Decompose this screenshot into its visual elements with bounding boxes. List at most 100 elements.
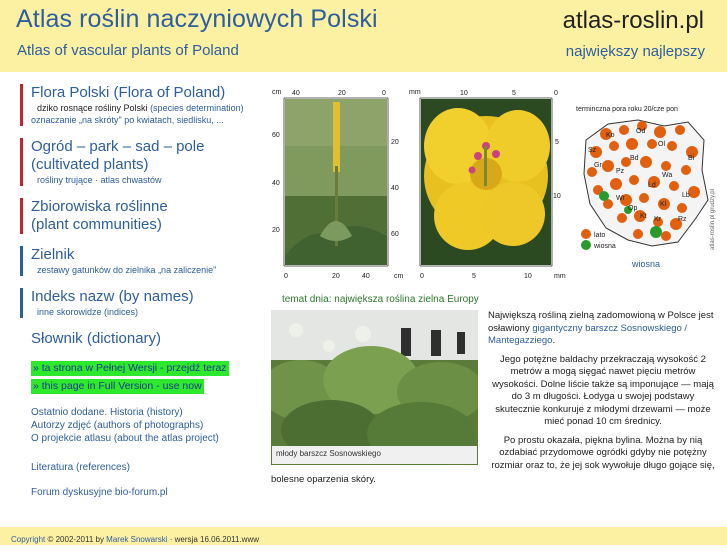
site-title[interactable]: Atlas roślin naczyniowych Polski — [16, 5, 378, 34]
ruler-left-side-60: 60 — [272, 132, 280, 139]
photo-caption: młody barszcz Sosnowskiego — [272, 446, 477, 464]
nav-communities: Zbiorowiska roślinne (plant communities) — [20, 198, 260, 234]
ruler-left-right-60: 60 — [391, 231, 399, 238]
ruler-left-bottom-20: 20 — [332, 273, 340, 280]
flora-en-label: (Flora of Poland) — [113, 84, 226, 101]
garden-en-label: (cultivated plants) — [31, 156, 149, 173]
flower-photo-ruler[interactable]: mm 10 5 0 5 10 0 5 10 mm — [408, 86, 566, 284]
region-op: Op — [628, 205, 637, 212]
full-version-en-link[interactable]: » this page in Full Version - use now — [31, 379, 204, 394]
ruler-right-side-5: 5 — [555, 139, 559, 146]
ruler-left-right-20: 20 — [391, 139, 399, 146]
region-ol: Ol — [658, 141, 665, 148]
sidebar-nav: Flora Polski (Flora of Poland) dziko ros… — [20, 84, 260, 511]
info-links: Ostatnio dodane. Historia (history) Auto… — [20, 406, 260, 445]
herbarium-link[interactable]: Zielnik — [31, 246, 74, 263]
ruler-left-top-40: 40 — [292, 90, 300, 97]
region-sz: Sz — [588, 147, 597, 154]
region-wr: Wr — [616, 195, 625, 202]
forum-block: Forum dyskusyjne bio-forum.pl — [20, 486, 260, 499]
poison-weeds-link[interactable]: rośliny trujące · atlas chwastów — [37, 175, 162, 185]
article-p2: Jego potężne baldachy przekraczają wysok… — [492, 353, 714, 428]
copyright-link[interactable]: Copyright — [11, 535, 45, 544]
index-en-label: (by names) — [118, 288, 194, 305]
ruler-right-bottom-0: 0 — [420, 273, 424, 280]
flora-link[interactable]: Flora Polski — [31, 84, 109, 101]
communities-en-label: (plant communities) — [31, 216, 162, 233]
communities-link[interactable]: Zbiorowiska roślinne — [31, 198, 168, 215]
ruler-right-bottom-10: 10 — [524, 273, 532, 280]
version-text: · wersja 16.06.2011.www — [169, 535, 259, 544]
ruler-right-side-10: 10 — [553, 193, 561, 200]
copyright-text: © 2002-2011 by — [47, 535, 104, 544]
authors-link[interactable]: Autorzy zdjęć (authors of photographs) — [31, 420, 203, 431]
region-kl: Kl — [660, 201, 667, 208]
other-indices-link[interactable]: inne skorowidze (indices) — [37, 307, 138, 317]
literature-link[interactable]: Literatura (references) — [31, 462, 130, 473]
ruler-left-bottom-40: 40 — [362, 273, 370, 280]
nav-garden: Ogród – park – sad – pole (cultivated pl… — [20, 138, 260, 186]
region-ko: Ko — [606, 132, 615, 139]
region-gr: Gr — [594, 162, 602, 169]
garden-link[interactable]: Ogród – park – sad – pole — [31, 138, 204, 155]
species-determination-link[interactable]: (species determination) — [150, 103, 244, 113]
region-lb: Lb — [682, 192, 690, 199]
legend-spring-dot — [581, 240, 591, 250]
full-version-box: » ta strona w Pełnej Wersji - przejdź te… — [20, 358, 260, 394]
article-tail: bolesne oparzenia skóry. — [271, 474, 376, 485]
nav-dictionary: Słownik (dictionary) — [20, 330, 260, 348]
shortcut-determination-link[interactable]: oznaczanie „na skróty" po kwiatach, sied… — [31, 115, 224, 125]
index-link[interactable]: Indeks nazw — [31, 288, 114, 305]
about-link[interactable]: O projekcie atlasu (about the atlas proj… — [31, 433, 219, 444]
region-ld: Łd — [648, 182, 656, 189]
region-kr: Kr — [654, 216, 662, 223]
region-bi: Bi — [688, 155, 695, 162]
site-domain[interactable]: atlas-roslin.pl — [563, 7, 704, 35]
region-od: Od — [636, 128, 645, 135]
article-p3: Po prostu okazała, piękna bylina. Można … — [491, 434, 715, 471]
dictionary-link[interactable]: Słownik — [31, 330, 83, 347]
ruler-right-top-5: 5 — [512, 90, 516, 97]
ruler-right-top-0: 0 — [554, 90, 558, 97]
ruler-right-unit: mm — [409, 89, 421, 96]
legend-late-dot — [581, 229, 591, 239]
nav-index: Indeks nazw (by names) inne skorowidze (… — [20, 288, 260, 318]
distribution-map[interactable]: terminczna pora roku 20/cze pon Ko Od Ol… — [568, 100, 720, 270]
flora-line1: dziko rosnące rośliny Polski — [37, 103, 148, 113]
site-slogan: największy najlepszy — [565, 43, 705, 60]
ruler-left-side-40: 40 — [272, 180, 280, 187]
region-wa: Wa — [662, 172, 672, 179]
herbarium-sets-link[interactable]: zestawy gatunków do zielnika „na zalicze… — [37, 265, 216, 275]
ruler-right-top-10: 10 — [460, 90, 468, 97]
recent-link[interactable]: Ostatnio dodane. — [31, 407, 107, 418]
topic-of-day[interactable]: temat dnia: największa roślina zielna Eu… — [282, 294, 479, 305]
history-link[interactable]: Historia (history) — [110, 407, 183, 418]
ruler-left-unit: cm — [272, 89, 282, 96]
site-subtitle: Atlas of vascular plants of Poland — [17, 42, 239, 59]
article-text: Największą rośliną zielną zadomowioną w … — [488, 310, 718, 478]
ruler-right-bottom-5: 5 — [472, 273, 476, 280]
author-link[interactable]: Marek Snowarski — [106, 535, 167, 544]
plant-photo-ruler[interactable]: cm 40 20 0 60 40 20 20 40 60 0 20 40 cm — [270, 86, 406, 284]
literature-block: Literatura (references) — [20, 461, 260, 474]
header: Atlas roślin naczyniowych Polski Atlas o… — [0, 0, 727, 72]
map-caption[interactable]: wiosna — [632, 259, 660, 269]
article-p1b: . — [552, 335, 556, 346]
region-kt: Kt — [640, 213, 647, 220]
map-side-text: atlas-roslin.pl grudzy.pl — [710, 189, 716, 250]
ruler-left-bottom-0: 0 — [284, 273, 288, 280]
forum-link[interactable]: Forum dyskusyjne bio-forum.pl — [31, 487, 168, 498]
ruler-left-side-20: 20 — [272, 227, 280, 234]
legend-spring-label: wiosna — [593, 243, 616, 250]
legend-late-label: lato — [594, 232, 605, 239]
hogweed-photo[interactable] — [271, 310, 478, 465]
region-bd: Bd — [630, 155, 639, 162]
region-pz: Pz — [616, 168, 625, 175]
nav-flora: Flora Polski (Flora of Poland) dziko ros… — [20, 84, 260, 126]
nav-herbarium: Zielnik zestawy gatunków do zielnika „na… — [20, 246, 260, 276]
full-version-pl-link[interactable]: » ta strona w Pełnej Wersji - przejdź te… — [31, 361, 229, 376]
footer: Copyright © 2002-2011 by Marek Snowarski… — [0, 527, 727, 545]
ruler-left-right-40: 40 — [391, 185, 399, 192]
dictionary-en-label: (dictionary) — [86, 330, 162, 347]
map-title: terminczna pora roku 20/cze pon — [576, 106, 678, 113]
